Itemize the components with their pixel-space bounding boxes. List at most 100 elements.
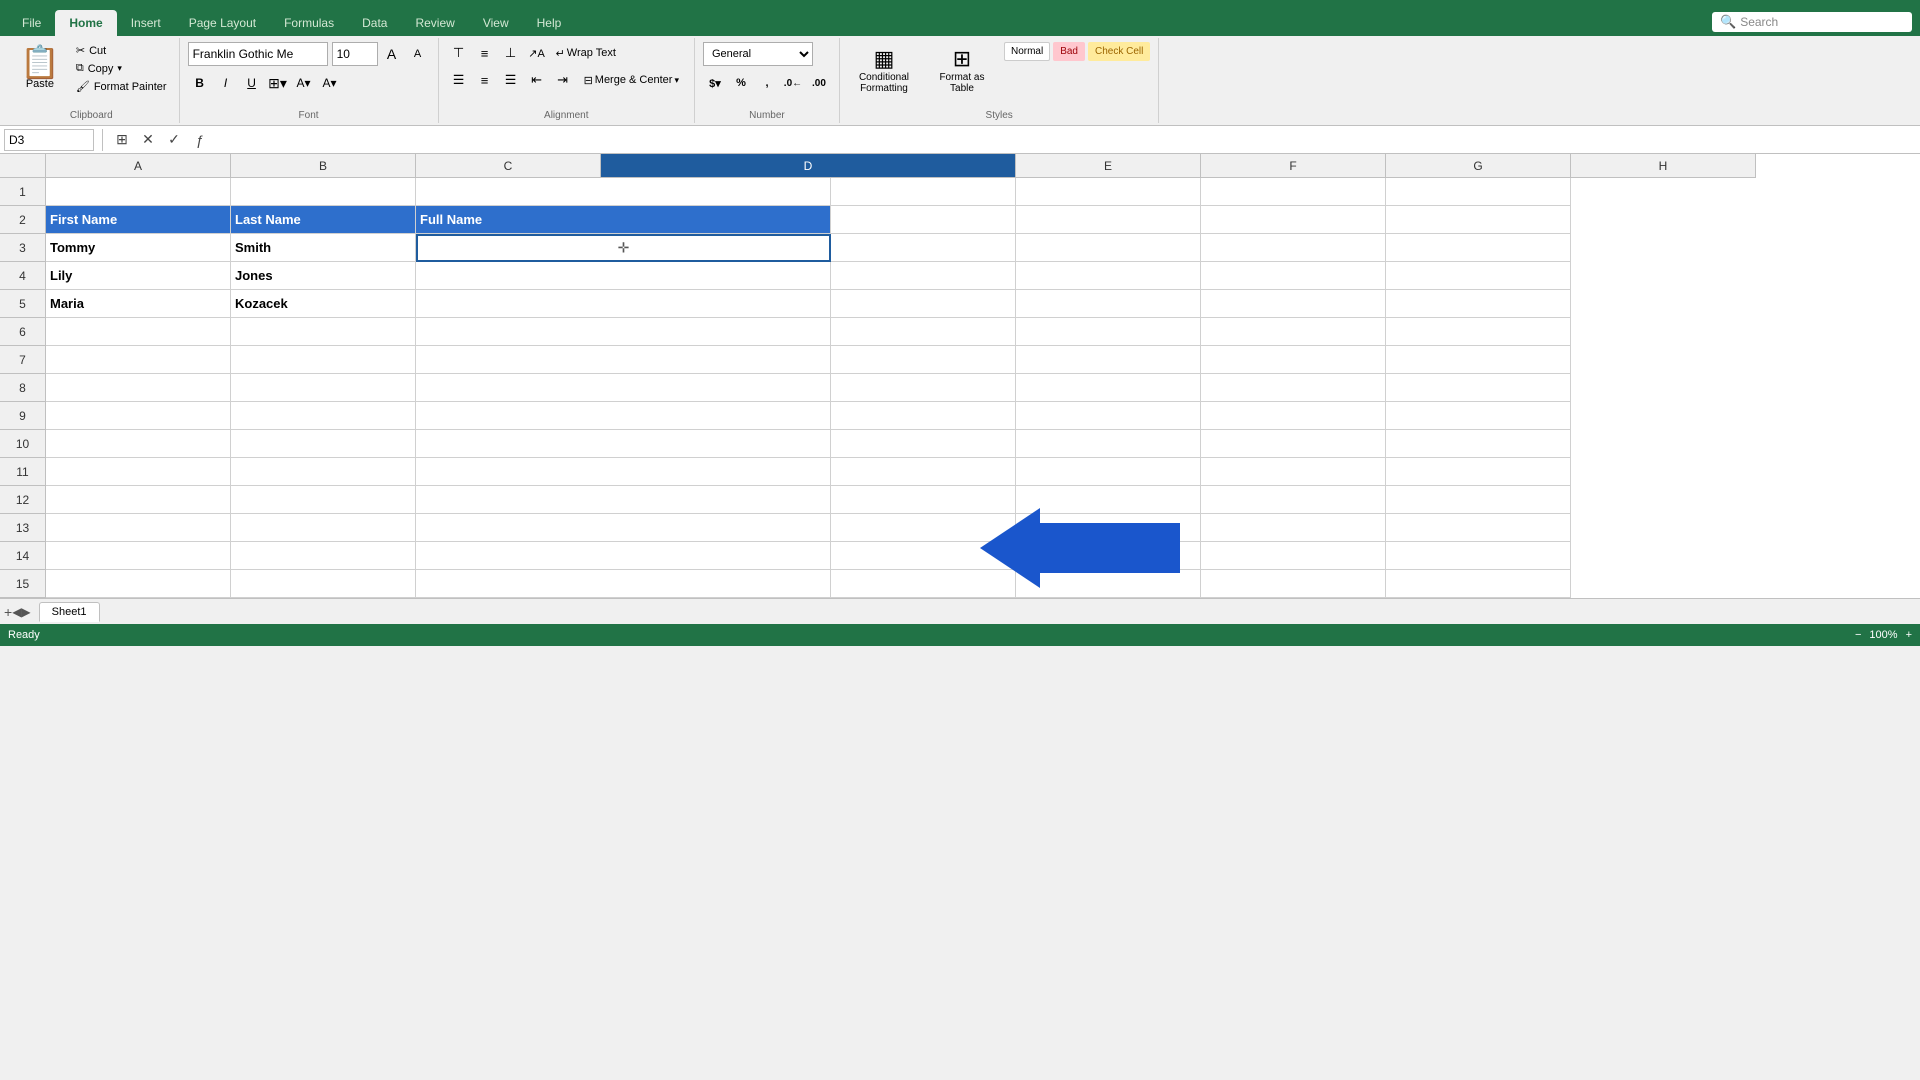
- wrap-text-button[interactable]: ↵ Wrap Text: [551, 42, 621, 64]
- row-num-3[interactable]: 3: [0, 234, 46, 262]
- copy-button[interactable]: ⧉ Copy ▾: [72, 60, 171, 77]
- font-size-select[interactable]: [332, 42, 378, 66]
- cell-b8[interactable]: [46, 374, 231, 402]
- cell-g15[interactable]: [1201, 570, 1386, 598]
- row-num-4[interactable]: 4: [0, 262, 46, 290]
- cell-b12[interactable]: [46, 486, 231, 514]
- cell-e12[interactable]: [831, 486, 1016, 514]
- italic-button[interactable]: I: [214, 72, 238, 94]
- tab-file[interactable]: File: [8, 10, 55, 36]
- cell-f5[interactable]: [1016, 290, 1201, 318]
- cell-g11[interactable]: [1201, 458, 1386, 486]
- cell-f10[interactable]: [1016, 430, 1201, 458]
- font-size-increase-button[interactable]: A: [380, 43, 404, 65]
- cell-e2[interactable]: [831, 206, 1016, 234]
- cell-b9[interactable]: [46, 402, 231, 430]
- cell-b10[interactable]: [46, 430, 231, 458]
- tab-insert[interactable]: Insert: [117, 10, 175, 36]
- col-header-f[interactable]: F: [1201, 154, 1386, 178]
- cell-e4[interactable]: [831, 262, 1016, 290]
- cut-button[interactable]: ✂ Cut: [72, 42, 171, 59]
- expand-formula-bar-icon[interactable]: ⊞: [111, 129, 133, 151]
- tab-review[interactable]: Review: [401, 10, 468, 36]
- row-num-14[interactable]: 14: [0, 542, 46, 570]
- font-name-select[interactable]: [188, 42, 328, 66]
- cell-g14[interactable]: [1201, 542, 1386, 570]
- tab-home[interactable]: Home: [55, 10, 116, 36]
- cell-e15[interactable]: [831, 570, 1016, 598]
- cell-e1[interactable]: [831, 178, 1016, 206]
- cell-e13[interactable]: [831, 514, 1016, 542]
- row-num-1[interactable]: 1: [0, 178, 46, 206]
- cell-g1[interactable]: [1201, 178, 1386, 206]
- cell-f8[interactable]: [1016, 374, 1201, 402]
- cell-b4[interactable]: Lily: [46, 262, 231, 290]
- cell-d1[interactable]: [416, 178, 831, 206]
- align-middle-button[interactable]: ≡: [473, 42, 497, 64]
- cell-h5[interactable]: [1386, 290, 1571, 318]
- row-num-15[interactable]: 15: [0, 570, 46, 598]
- cell-e7[interactable]: [831, 346, 1016, 374]
- cell-b14[interactable]: [46, 542, 231, 570]
- cell-f13[interactable]: [1016, 514, 1201, 542]
- cell-e11[interactable]: [831, 458, 1016, 486]
- sheet-tab-1[interactable]: Sheet1: [39, 602, 100, 622]
- cell-d14[interactable]: [416, 542, 831, 570]
- cell-e9[interactable]: [831, 402, 1016, 430]
- cell-b6[interactable]: [46, 318, 231, 346]
- merge-center-button[interactable]: ⊟ Merge & Center ▾: [577, 69, 686, 91]
- col-header-g[interactable]: G: [1386, 154, 1571, 178]
- decrease-decimal-button[interactable]: .0←: [781, 72, 805, 94]
- comma-button[interactable]: ,: [755, 72, 779, 94]
- cell-c12[interactable]: [231, 486, 416, 514]
- cell-g10[interactable]: [1201, 430, 1386, 458]
- row-num-10[interactable]: 10: [0, 430, 46, 458]
- cell-d2[interactable]: Full Name: [416, 206, 831, 234]
- cell-g3[interactable]: [1201, 234, 1386, 262]
- cell-h3[interactable]: [1386, 234, 1571, 262]
- cell-c7[interactable]: [231, 346, 416, 374]
- cell-b2[interactable]: First Name: [46, 206, 231, 234]
- col-header-e[interactable]: E: [1016, 154, 1201, 178]
- cell-b1[interactable]: [46, 178, 231, 206]
- cell-g8[interactable]: [1201, 374, 1386, 402]
- currency-button[interactable]: $▾: [703, 72, 727, 94]
- increase-decimal-button[interactable]: .00: [807, 72, 831, 94]
- cell-c1[interactable]: [231, 178, 416, 206]
- cell-d12[interactable]: [416, 486, 831, 514]
- col-header-h[interactable]: H: [1571, 154, 1756, 178]
- cell-h9[interactable]: [1386, 402, 1571, 430]
- number-format-select[interactable]: General: [703, 42, 813, 66]
- cell-f2[interactable]: [1016, 206, 1201, 234]
- tab-data[interactable]: Data: [348, 10, 401, 36]
- paste-button[interactable]: 📋 Paste: [12, 42, 68, 94]
- cell-b7[interactable]: [46, 346, 231, 374]
- tab-formulas[interactable]: Formulas: [270, 10, 348, 36]
- cell-e14[interactable]: [831, 542, 1016, 570]
- bold-button[interactable]: B: [188, 72, 212, 94]
- cell-c5[interactable]: Kozacek: [231, 290, 416, 318]
- cell-c15[interactable]: [231, 570, 416, 598]
- format-painter-button[interactable]: 🖌 Format Painter: [72, 78, 171, 95]
- cell-b13[interactable]: [46, 514, 231, 542]
- cell-c9[interactable]: [231, 402, 416, 430]
- cell-c2[interactable]: Last Name: [231, 206, 416, 234]
- cell-g13[interactable]: [1201, 514, 1386, 542]
- cell-e3[interactable]: [831, 234, 1016, 262]
- nav-sheets-left-button[interactable]: ◀: [12, 605, 21, 619]
- row-num-5[interactable]: 5: [0, 290, 46, 318]
- nav-sheets-right-button[interactable]: ▶: [21, 605, 30, 619]
- cell-c4[interactable]: Jones: [231, 262, 416, 290]
- row-num-11[interactable]: 11: [0, 458, 46, 486]
- col-header-b[interactable]: B: [231, 154, 416, 178]
- cell-b11[interactable]: [46, 458, 231, 486]
- underline-button[interactable]: U: [240, 72, 264, 94]
- row-num-7[interactable]: 7: [0, 346, 46, 374]
- cell-e6[interactable]: [831, 318, 1016, 346]
- cell-c6[interactable]: [231, 318, 416, 346]
- cell-f12[interactable]: [1016, 486, 1201, 514]
- cell-f9[interactable]: [1016, 402, 1201, 430]
- zoom-in-button[interactable]: +: [1906, 629, 1912, 641]
- cell-h10[interactable]: [1386, 430, 1571, 458]
- cell-e8[interactable]: [831, 374, 1016, 402]
